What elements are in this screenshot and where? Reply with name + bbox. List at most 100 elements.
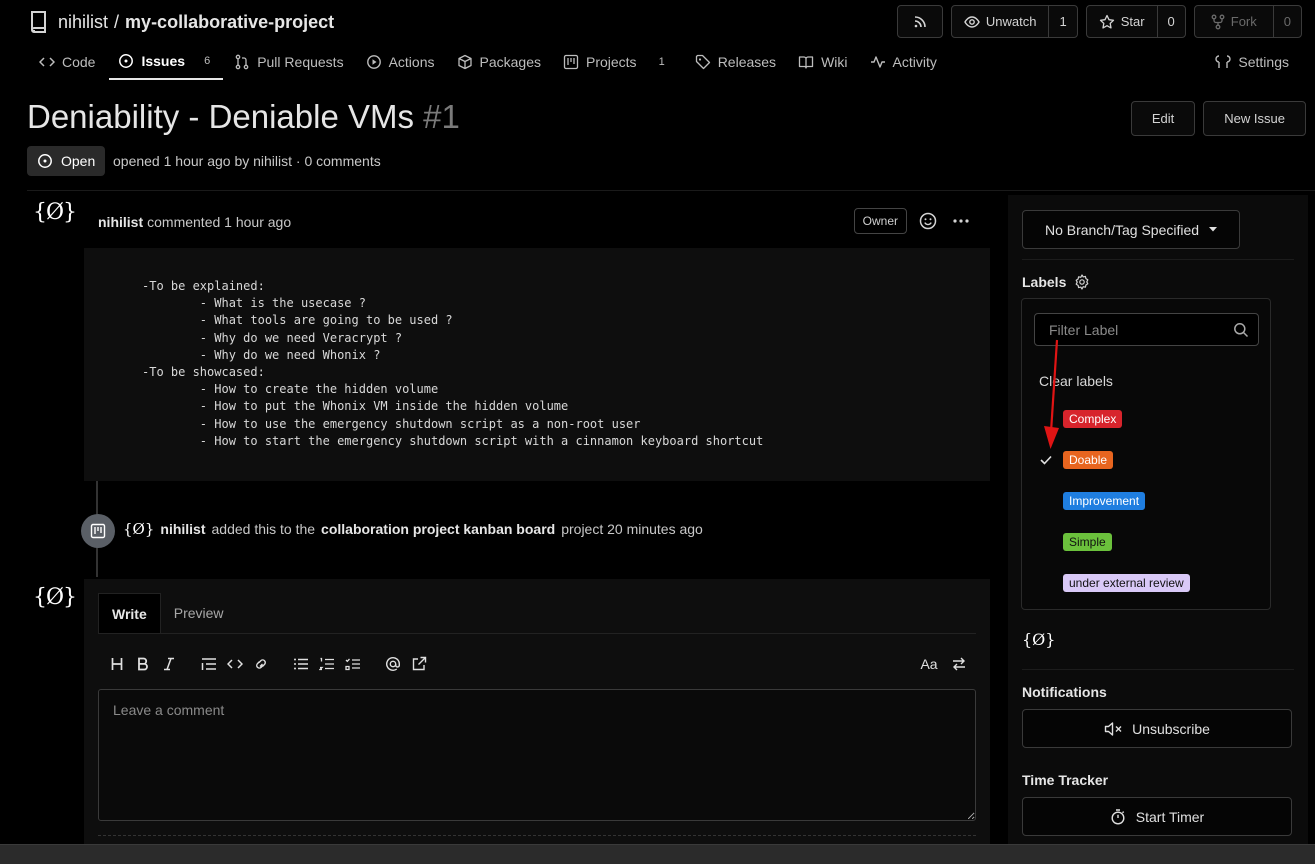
event-text-after: project 20 minutes ago [561,521,703,537]
avatar[interactable]: {Ø} [33,200,77,225]
italic-icon [164,657,174,671]
branch-tag-selector[interactable]: No Branch/Tag Specified [1022,210,1240,249]
settings-label: Settings [1238,54,1289,70]
bold-button[interactable] [130,657,156,671]
unwatch-button[interactable]: Unwatch 1 [950,5,1078,38]
divider [1022,259,1294,260]
markdown-toolbar: Aa [104,654,972,674]
label-option[interactable]: under external review [1022,568,1270,598]
kebab-horizontal-icon [953,219,969,223]
gear-icon[interactable] [1074,274,1090,290]
avatar[interactable]: {Ø} [33,585,77,610]
comment-code-block: -To be explained: - What is the usecase … [142,279,764,448]
watchers-count[interactable]: 1 [1048,6,1076,37]
star-label: Star [1120,14,1145,29]
tab-label: Actions [388,54,435,70]
divider [27,190,1315,191]
timeline-event: {Ø} nihilist added this to the collabora… [123,520,703,538]
tab-issues[interactable]: Issues 6 [109,44,224,80]
quote-button[interactable] [196,657,222,671]
tab-activity[interactable]: Activity [859,44,948,80]
new-issue-button[interactable]: New Issue [1203,101,1306,136]
code-button[interactable] [222,657,248,671]
check-icon [1022,455,1063,465]
assignee-avatar[interactable]: {Ø} [1022,630,1055,649]
avatar-small[interactable]: {Ø} [123,520,154,538]
task-list-button[interactable] [340,657,366,671]
unsubscribe-button[interactable]: Unsubscribe [1022,709,1292,748]
bold-icon [138,657,148,671]
label-pill: Doable [1063,451,1114,469]
mute-icon [1104,721,1122,736]
code-icon [227,659,243,669]
repo-name-link[interactable]: my-collaborative-project [125,12,334,33]
link-button[interactable] [248,657,274,671]
tasklist-icon [345,658,360,671]
tab-releases[interactable]: Releases [684,44,787,80]
tab-settings[interactable]: Settings [1215,44,1289,80]
stars-count[interactable]: 0 [1156,6,1185,37]
new-comment-box: Write Preview Aa Leave a comment [84,579,990,844]
repo-owner-link[interactable]: nihilist [58,12,108,33]
horizontal-scrollbar[interactable] [0,844,1315,864]
mention-button[interactable] [380,656,406,672]
forks-count[interactable]: 0 [1272,6,1301,37]
more-options-button[interactable] [952,212,970,230]
repo-icon [28,10,50,34]
label-option[interactable]: Improvement [1022,486,1270,516]
stopwatch-icon [1111,808,1125,825]
repo-actions: Unwatch 1 Star 0 Fork 0 [896,5,1302,38]
annotation-arrow [1044,339,1059,449]
labels-heading[interactable]: Labels [1022,274,1090,290]
tab-code[interactable]: Code [28,44,106,80]
tab-wiki[interactable]: Wiki [787,44,858,80]
comment-header: nihilist commented 1 hour ago Owner [84,200,990,244]
event-text-before: added this to the [211,521,316,537]
tab-actions[interactable]: Actions [355,44,446,80]
search-icon [1234,323,1249,338]
tools-icon [1215,55,1232,68]
text-size-button[interactable]: Aa [916,656,942,672]
label-pill: Simple [1063,533,1112,551]
heading-button[interactable] [104,657,130,671]
editor-tabs: Write Preview [98,593,976,634]
tab-pull-requests[interactable]: Pull Requests [223,44,354,80]
tab-write[interactable]: Write [98,593,161,633]
italic-button[interactable] [156,657,182,671]
notifications-heading: Notifications [1022,684,1107,700]
comment-body: -To be explained: - What is the usecase … [84,248,990,481]
filter-label-input[interactable] [1035,314,1258,345]
tab-preview[interactable]: Preview [161,593,237,633]
label-pill: Improvement [1063,492,1146,510]
bulleted-list-button[interactable] [288,657,314,671]
comment-textarea[interactable] [98,689,976,821]
tab-label: Wiki [821,54,848,70]
tab-packages[interactable]: Packages [446,44,552,80]
star-button[interactable]: Star 0 [1085,5,1186,38]
event-author[interactable]: nihilist [160,521,205,537]
caret-down-icon [1209,227,1218,232]
filter-label-field[interactable] [1034,313,1259,346]
switch-editor-button[interactable] [946,656,972,672]
rss-button[interactable] [896,5,943,38]
numbered-list-button[interactable] [314,657,340,671]
comment-time[interactable]: commented 1 hour ago [147,214,291,230]
comment-author[interactable]: nihilist [98,214,143,230]
issue-meta: opened 1 hour ago by nihilist · 0 commen… [113,153,381,169]
owner-badge: Owner [853,208,907,234]
label-pill: Complex [1063,410,1123,428]
reaction-button[interactable] [919,212,937,230]
tab-label: Releases [717,54,777,70]
fork-button[interactable]: Fork 0 [1193,5,1302,38]
status-label: Open [61,153,96,169]
edit-title-button[interactable]: Edit [1130,101,1196,136]
label-pill: under external review [1063,574,1190,592]
event-project-link[interactable]: collaboration project kanban board [321,521,555,537]
divider [98,835,976,836]
tab-projects[interactable]: Projects 1 [552,44,676,80]
start-timer-button[interactable]: Start Timer [1022,797,1292,836]
branch-selector-label: No Branch/Tag Specified [1044,221,1200,238]
issue-title: Deniability - Deniable VMs #1 [27,98,460,136]
cross-reference-button[interactable] [406,656,432,672]
label-option[interactable]: Simple [1022,527,1270,557]
